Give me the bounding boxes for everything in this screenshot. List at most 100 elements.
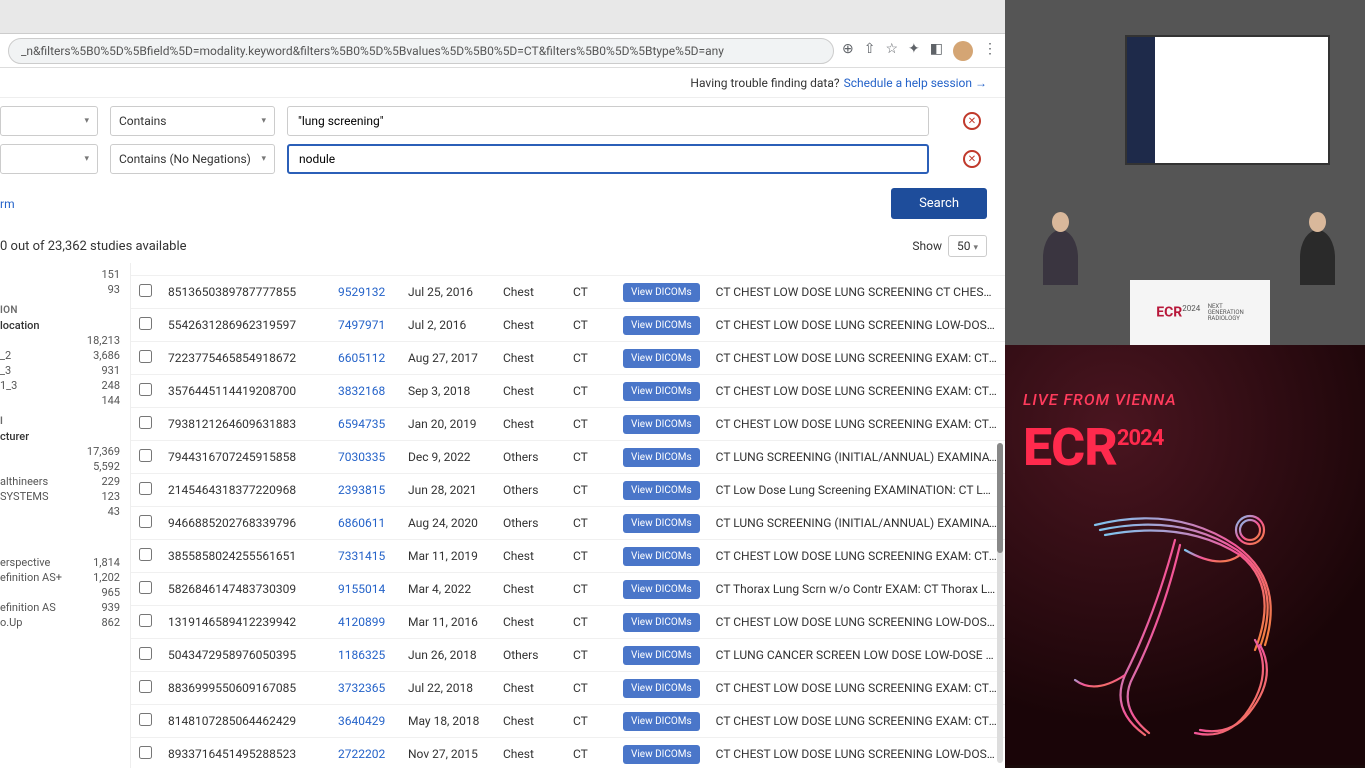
- body-part: Chest: [495, 276, 565, 309]
- row-checkbox[interactable]: [139, 482, 152, 495]
- facet-item[interactable]: 1_3248: [0, 378, 126, 393]
- facet-sidebar: 15193 ION location 18,213_23,686_39311_3…: [0, 263, 130, 768]
- row-checkbox[interactable]: [139, 383, 152, 396]
- view-dicoms-button[interactable]: View DICOMs: [623, 646, 700, 665]
- tab-bar[interactable]: [0, 0, 1005, 34]
- row-checkbox[interactable]: [139, 680, 152, 693]
- operator-select-1[interactable]: Contains▾: [110, 106, 275, 136]
- results-table-wrap[interactable]: 85136503897877778559529132Jul 25, 2016Ch…: [130, 263, 1005, 768]
- query-input-2[interactable]: [287, 144, 929, 174]
- view-dicoms-button[interactable]: View DICOMs: [623, 613, 700, 632]
- scrollbar[interactable]: [997, 443, 1003, 763]
- facet-item[interactable]: o.Up862: [0, 615, 126, 630]
- table-row: 38558580242555616517331415Mar 11, 2019Ch…: [131, 540, 1005, 573]
- facet-item[interactable]: 151: [0, 267, 126, 282]
- row-checkbox[interactable]: [139, 317, 152, 330]
- patient-link[interactable]: 7030335: [338, 450, 385, 464]
- patient-link[interactable]: 1186325: [338, 648, 385, 662]
- facet-item[interactable]: SYSTEMS123: [0, 489, 126, 504]
- extensions-icon[interactable]: ✦: [908, 41, 920, 61]
- row-checkbox[interactable]: [139, 746, 152, 759]
- row-checkbox[interactable]: [139, 614, 152, 627]
- patient-link[interactable]: 2393815: [338, 483, 385, 497]
- zoom-icon[interactable]: ⊕: [842, 41, 854, 61]
- field-select-2[interactable]: ▾: [0, 144, 98, 174]
- view-dicoms-button[interactable]: View DICOMs: [623, 547, 700, 566]
- facet-item[interactable]: althineers229: [0, 474, 126, 489]
- operator-select-2[interactable]: Contains (No Negations)▾: [110, 144, 275, 174]
- facet-item[interactable]: 965: [0, 585, 126, 600]
- table-row: 88369995506091670853732365Jul 22, 2018Ch…: [131, 672, 1005, 705]
- remove-filter-1[interactable]: ✕: [963, 112, 981, 130]
- share-icon[interactable]: ⇧: [864, 41, 876, 61]
- study-id: 3576445114419208700: [160, 375, 330, 408]
- patient-link[interactable]: 6594735: [338, 417, 385, 431]
- row-checkbox[interactable]: [139, 350, 152, 363]
- view-dicoms-button[interactable]: View DICOMs: [623, 745, 700, 764]
- query-input-1[interactable]: [287, 106, 929, 136]
- row-checkbox[interactable]: [139, 284, 152, 297]
- patient-link[interactable]: 9155014: [338, 582, 385, 596]
- study-id: 5826846147483730309: [160, 573, 330, 606]
- patient-link[interactable]: 7497971: [338, 318, 385, 332]
- view-dicoms-button[interactable]: View DICOMs: [623, 382, 700, 401]
- menu-icon[interactable]: ⋮: [983, 41, 997, 61]
- patient-link[interactable]: 4120899: [338, 615, 385, 629]
- panel-icon[interactable]: ◧: [930, 41, 943, 61]
- facet-item[interactable]: 17,369: [0, 444, 126, 459]
- bookmark-icon[interactable]: ☆: [885, 41, 898, 61]
- patient-link[interactable]: 6860611: [338, 516, 385, 530]
- facet-item[interactable]: _23,686: [0, 348, 126, 363]
- row-checkbox[interactable]: [139, 449, 152, 462]
- url-input[interactable]: [8, 38, 834, 64]
- ecr-logo-large: ECR2024: [1023, 417, 1163, 478]
- facet-item[interactable]: 18,213: [0, 333, 126, 348]
- view-dicoms-button[interactable]: View DICOMs: [623, 349, 700, 368]
- row-checkbox[interactable]: [139, 548, 152, 561]
- help-prompt: Having trouble finding data?: [690, 76, 839, 90]
- facet-item[interactable]: 93: [0, 282, 126, 297]
- field-select-1[interactable]: ▾: [0, 106, 98, 136]
- row-checkbox[interactable]: [139, 515, 152, 528]
- body-part: Others: [495, 474, 565, 507]
- facet-heading: i: [0, 408, 126, 429]
- view-dicoms-button[interactable]: View DICOMs: [623, 679, 700, 698]
- view-dicoms-button[interactable]: View DICOMs: [623, 514, 700, 533]
- facet-item[interactable]: 43: [0, 504, 126, 519]
- row-checkbox[interactable]: [139, 416, 152, 429]
- view-dicoms-button[interactable]: View DICOMs: [623, 316, 700, 335]
- patient-link[interactable]: 3832168: [338, 384, 385, 398]
- search-button[interactable]: Search: [891, 188, 987, 219]
- view-dicoms-button[interactable]: View DICOMs: [623, 580, 700, 599]
- table-row: 79381212646096318836594735Jan 20, 2019Ch…: [131, 408, 1005, 441]
- row-checkbox[interactable]: [139, 647, 152, 660]
- patient-link[interactable]: 6605112: [338, 351, 385, 365]
- patient-link[interactable]: 3640429: [338, 714, 385, 728]
- remove-filter-2[interactable]: ✕: [963, 150, 981, 168]
- profile-avatar[interactable]: [953, 41, 973, 61]
- study-id: 8513650389787777855: [160, 276, 330, 309]
- add-term-link[interactable]: rm: [0, 197, 15, 211]
- patient-link[interactable]: 9529132: [338, 285, 385, 299]
- broadcast-panel: ECR2024 NEXTGENERATIONRADIOLOGY LIVE FRO…: [1005, 0, 1365, 768]
- view-dicoms-button[interactable]: View DICOMs: [623, 283, 700, 302]
- row-checkbox[interactable]: [139, 581, 152, 594]
- view-dicoms-button[interactable]: View DICOMs: [623, 481, 700, 500]
- table-row: 81481072850644624293640429May 18, 2018Ch…: [131, 705, 1005, 738]
- patient-link[interactable]: 2722202: [338, 747, 385, 761]
- study-id: 7938121264609631883: [160, 408, 330, 441]
- facet-item[interactable]: efinition AS+1,202: [0, 570, 126, 585]
- facet-item[interactable]: 144: [0, 393, 126, 408]
- patient-link[interactable]: 7331415: [338, 549, 385, 563]
- view-dicoms-button[interactable]: View DICOMs: [623, 415, 700, 434]
- patient-link[interactable]: 3732365: [338, 681, 385, 695]
- page-size-select[interactable]: 50 ▾: [948, 235, 987, 257]
- facet-item[interactable]: _3931: [0, 363, 126, 378]
- facet-item[interactable]: efinition AS939: [0, 600, 126, 615]
- view-dicoms-button[interactable]: View DICOMs: [623, 448, 700, 467]
- help-link[interactable]: Schedule a help session →: [844, 76, 987, 90]
- view-dicoms-button[interactable]: View DICOMs: [623, 712, 700, 731]
- row-checkbox[interactable]: [139, 713, 152, 726]
- facet-item[interactable]: erspective1,814: [0, 555, 126, 570]
- facet-item[interactable]: 5,592: [0, 459, 126, 474]
